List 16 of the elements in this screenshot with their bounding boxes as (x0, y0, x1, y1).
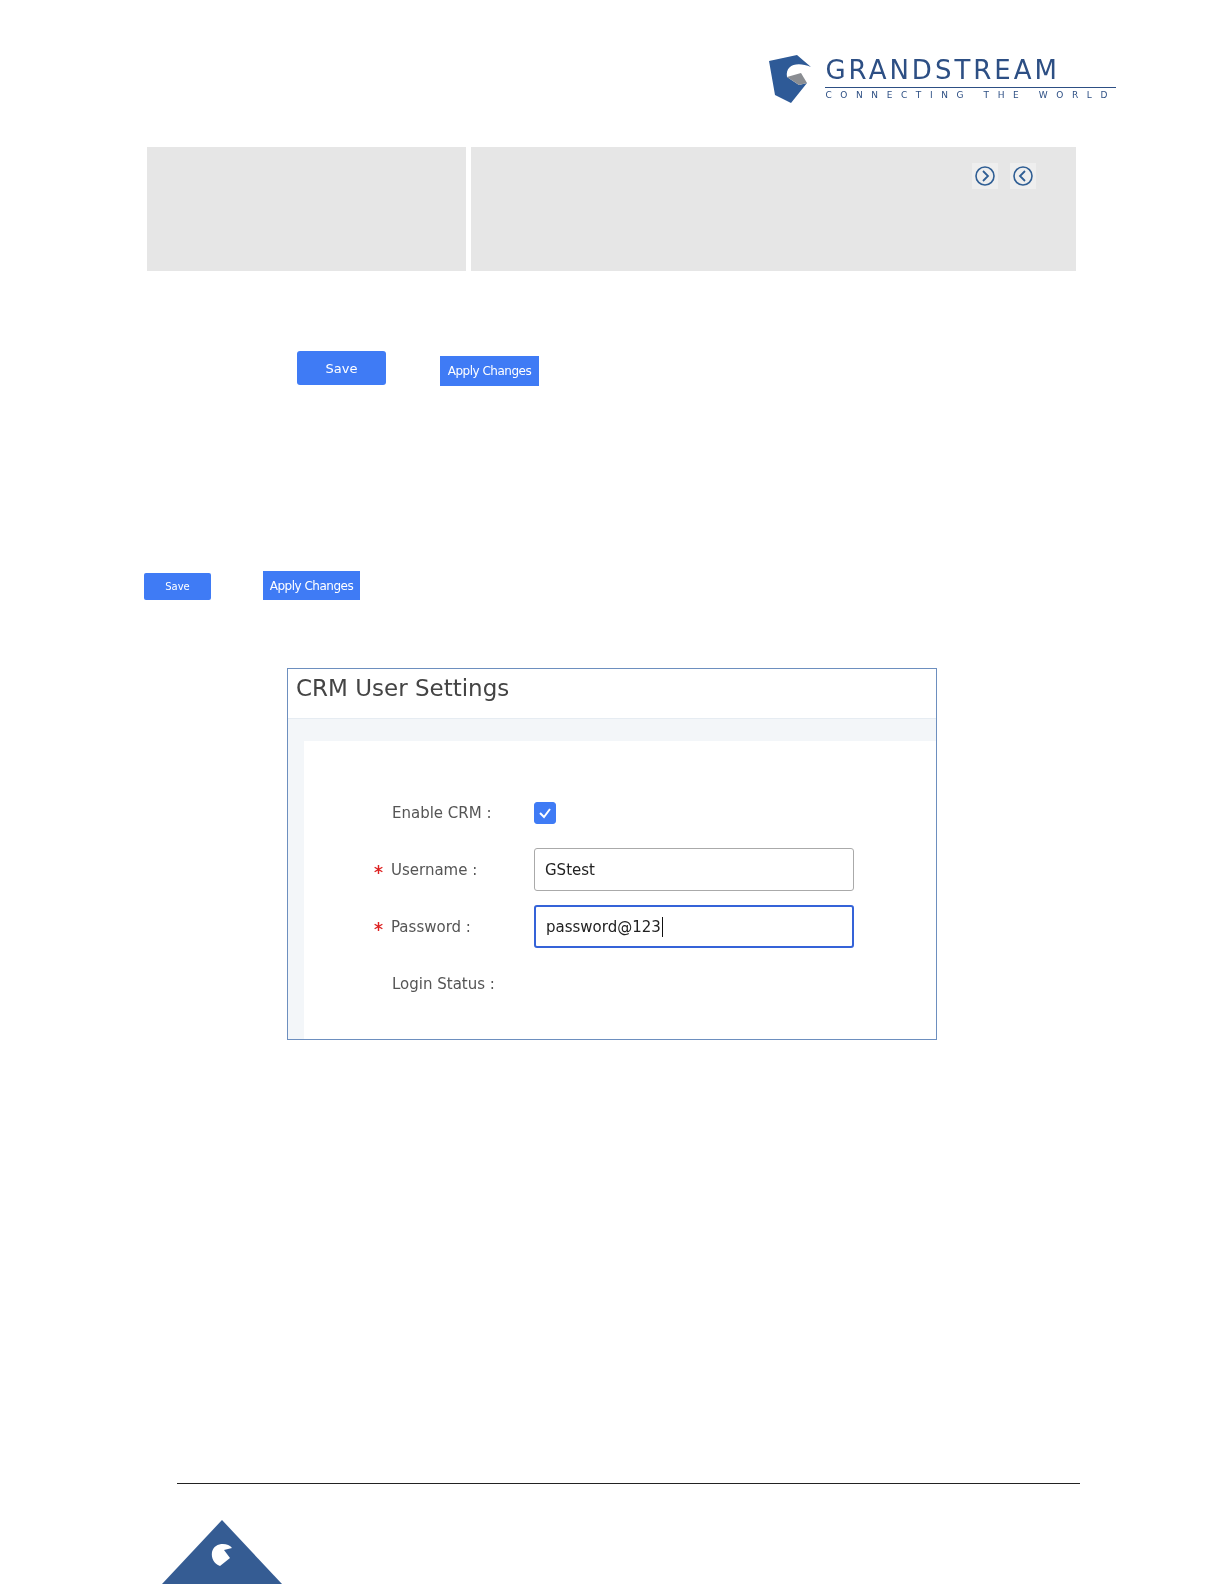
field-label: Login Status : (392, 974, 495, 993)
input-field[interactable]: password@123 (534, 905, 854, 948)
field-label: Enable CRM : (392, 803, 492, 822)
brand-name: GRANDSTREAM (825, 56, 1116, 88)
save-button[interactable]: Save (144, 573, 211, 600)
tagline: CONNECTING THE WORLD (825, 89, 1116, 102)
apply-changes-button[interactable]: Apply Changes (440, 356, 539, 386)
chevron-left-icon[interactable] (1010, 163, 1036, 189)
panel-title: CRM User Settings (288, 669, 936, 719)
save-button[interactable]: Save (297, 351, 386, 385)
chevron-right-icon[interactable] (972, 163, 998, 189)
field-label: Password : (391, 917, 471, 936)
apply-changes-button[interactable]: Apply Changes (263, 571, 360, 600)
field-label: Username : (391, 860, 478, 879)
checkbox[interactable] (534, 801, 556, 824)
input-field[interactable]: GStest (534, 848, 854, 891)
